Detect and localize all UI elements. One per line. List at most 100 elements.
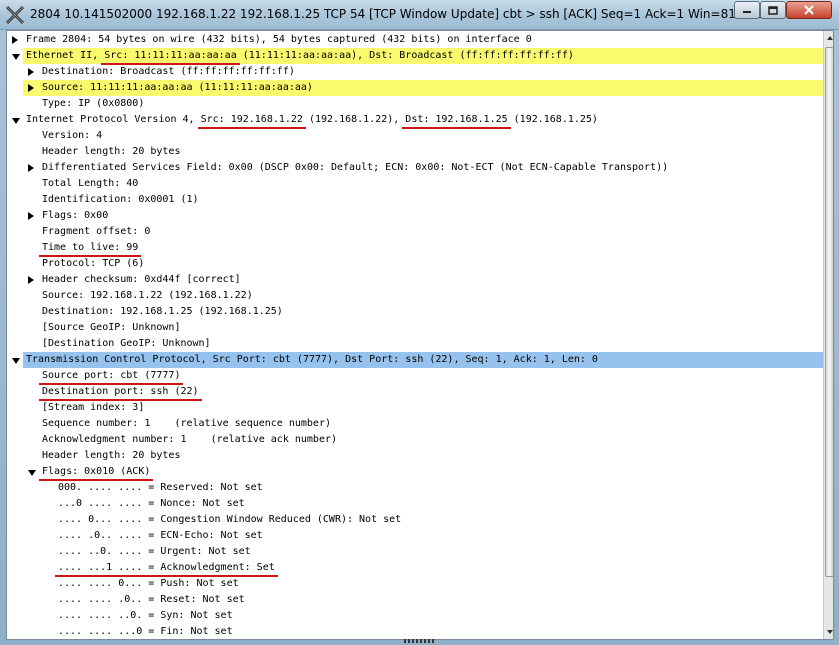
maximize-button[interactable] — [760, 1, 786, 19]
tree-row-label: Header length: 20 bytes — [42, 450, 181, 461]
tree-row[interactable]: [Stream index: 3] — [7, 400, 823, 416]
tree-row-label: Protocol: TCP (6) — [42, 258, 145, 269]
tree-row-label: Header checksum: 0xd44f [correct] — [42, 274, 241, 285]
tree-row[interactable]: Version: 4 — [7, 128, 823, 144]
tree-row-label: .... .... 0... = Push: Not set — [58, 578, 239, 589]
tree-row[interactable]: [Source GeoIP: Unknown] — [7, 320, 823, 336]
tree-row[interactable]: Header length: 20 bytes — [7, 144, 823, 160]
tree-row[interactable]: .... .... .0.. = Reset: Not set — [7, 592, 823, 608]
tree-row[interactable]: .... .... ..0. = Syn: Not set — [7, 608, 823, 624]
tree-row[interactable]: .... ...1 .... = Acknowledgment: Set — [7, 560, 823, 576]
annotation-underline — [101, 63, 240, 65]
minimize-button[interactable] — [734, 1, 760, 19]
tree-row-label: [Destination GeoIP: Unknown] — [42, 338, 211, 349]
vertical-scrollbar[interactable] — [823, 31, 833, 639]
resize-grip-icon[interactable] — [400, 638, 440, 644]
tree-row[interactable]: Internet Protocol Version 4, Src: 192.16… — [7, 112, 823, 128]
close-button[interactable] — [786, 1, 832, 19]
annotation-underline — [39, 399, 202, 401]
close-icon — [804, 5, 814, 15]
tree-row-label: Source: 11:11:11:aa:aa:aa (11:11:11:aa:a… — [42, 82, 313, 93]
tree-row-label: Ethernet II, Src: 11:11:11:aa:aa:aa (11:… — [26, 50, 574, 61]
tree-row-label: Source port: cbt (7777) — [42, 370, 181, 381]
scroll-thumb[interactable] — [825, 47, 833, 577]
tree-row[interactable]: .... .... 0... = Push: Not set — [7, 576, 823, 592]
window-title: 2804 10.141502000 192.168.1.22 192.168.1… — [30, 7, 795, 21]
tree-expanded-icon[interactable] — [12, 54, 20, 60]
tree-row[interactable]: [Destination GeoIP: Unknown] — [7, 336, 823, 352]
tree-row[interactable]: .... ..0. .... = Urgent: Not set — [7, 544, 823, 560]
tree-row-label: .... ..0. .... = Urgent: Not set — [58, 546, 251, 557]
annotation-underline — [39, 383, 184, 385]
annotation-underline — [55, 575, 278, 577]
tree-row-label: Type: IP (0x0800) — [42, 98, 145, 109]
tree-row-label: Source: 192.168.1.22 (192.168.1.22) — [42, 290, 253, 301]
tree-row[interactable]: Destination port: ssh (22) — [7, 384, 823, 400]
tree-row[interactable]: Ethernet II, Src: 11:11:11:aa:aa:aa (11:… — [12, 48, 823, 64]
tree-row[interactable]: Flags: 0x010 (ACK) — [7, 464, 823, 480]
tree-row[interactable]: Identification: 0x0001 (1) — [7, 192, 823, 208]
tree-row[interactable]: Source: 192.168.1.22 (192.168.1.22) — [7, 288, 823, 304]
scroll-down-button[interactable] — [824, 625, 833, 639]
up-arrow-icon — [826, 36, 833, 40]
tree-row-label: [Stream index: 3] — [42, 402, 145, 413]
tree-row-label: Identification: 0x0001 (1) — [42, 194, 199, 205]
tree-row-label: Differentiated Services Field: 0x00 (DSC… — [42, 162, 669, 173]
tree-row-label: Fragment offset: 0 — [42, 226, 151, 237]
annotation-underline — [197, 127, 306, 129]
tree-row-label: 000. .... .... = Reserved: Not set — [58, 482, 263, 493]
tree-row-label: Acknowledgment number: 1 (relative ack n… — [42, 434, 338, 445]
tree-row[interactable]: Time to live: 99 — [7, 240, 823, 256]
tree-row[interactable]: .... .0.. .... = ECN-Echo: Not set — [7, 528, 823, 544]
tree-row-label: Destination: 192.168.1.25 (192.168.1.25) — [42, 306, 283, 317]
tree-row[interactable]: Sequence number: 1 (relative sequence nu… — [7, 416, 823, 432]
annotation-underline — [402, 127, 511, 129]
tree-row-label: Frame 2804: 54 bytes on wire (432 bits),… — [26, 34, 532, 45]
tree-expanded-icon[interactable] — [12, 118, 20, 124]
tree-row-label: Destination: Broadcast (ff:ff:ff:ff:ff:f… — [42, 66, 295, 77]
tree-row-label: .... .0.. .... = ECN-Echo: Not set — [58, 530, 263, 541]
tree-row-label: Sequence number: 1 (relative sequence nu… — [42, 418, 331, 429]
tree-row-label: [Source GeoIP: Unknown] — [42, 322, 181, 333]
tree-collapsed-icon[interactable] — [12, 36, 18, 44]
annotation-underline — [39, 255, 142, 257]
tree-row[interactable]: Type: IP (0x0800) — [7, 96, 823, 112]
tree-row-label: Transmission Control Protocol, Src Port:… — [26, 354, 598, 365]
tree-collapsed-icon[interactable] — [28, 164, 34, 172]
tree-row[interactable]: Differentiated Services Field: 0x00 (DSC… — [7, 160, 823, 176]
tree-row-label: Header length: 20 bytes — [42, 146, 181, 157]
tree-row[interactable]: ...0 .... .... = Nonce: Not set — [7, 496, 823, 512]
tree-row[interactable]: Protocol: TCP (6) — [7, 256, 823, 272]
tree-row[interactable]: Source port: cbt (7777) — [7, 368, 823, 384]
tree-row[interactable]: Header length: 20 bytes — [7, 448, 823, 464]
tree-collapsed-icon[interactable] — [28, 276, 34, 284]
title-bar[interactable]: 2804 10.141502000 192.168.1.22 192.168.1… — [0, 0, 839, 30]
tree-row[interactable]: Destination: 192.168.1.25 (192.168.1.25) — [7, 304, 823, 320]
tree-row[interactable]: Source: 11:11:11:aa:aa:aa (11:11:11:aa:a… — [23, 80, 823, 96]
tree-row-label: .... .... ...0 = Fin: Not set — [58, 626, 233, 637]
scroll-up-button[interactable] — [824, 31, 833, 45]
packet-details-tree[interactable]: .... .... ...0 = Fin: Not set .... .... .… — [6, 30, 834, 640]
tree-row[interactable]: Frame 2804: 54 bytes on wire (432 bits),… — [7, 32, 823, 48]
tree-row[interactable]: Acknowledgment number: 1 (relative ack n… — [7, 432, 823, 448]
tree-row[interactable]: Transmission Control Protocol, Src Port:… — [12, 352, 823, 368]
tree-collapsed-icon[interactable] — [28, 212, 34, 220]
tree-collapsed-icon[interactable] — [28, 68, 34, 76]
tree-row-label: Destination port: ssh (22) — [42, 386, 199, 397]
tree-row[interactable]: Flags: 0x00 — [7, 208, 823, 224]
tree-row[interactable]: Header checksum: 0xd44f [correct] — [7, 272, 823, 288]
tree-collapsed-icon[interactable] — [28, 84, 34, 92]
tree-row[interactable]: 000. .... .... = Reserved: Not set — [7, 480, 823, 496]
tree-row[interactable]: Destination: Broadcast (ff:ff:ff:ff:ff:f… — [7, 64, 823, 80]
wireshark-x-icon — [5, 5, 25, 25]
tree-row[interactable]: .... 0... .... = Congestion Window Reduc… — [7, 512, 823, 528]
tree-row-label: Total Length: 40 — [42, 178, 139, 189]
tree-row-label: Flags: 0x010 (ACK) — [42, 466, 151, 477]
tree-row[interactable]: Total Length: 40 — [7, 176, 823, 192]
annotation-underline — [39, 479, 154, 481]
tree-expanded-icon[interactable] — [28, 470, 36, 476]
tree-row[interactable]: Fragment offset: 0 — [7, 224, 823, 240]
tree-row-label: ...0 .... .... = Nonce: Not set — [58, 498, 245, 509]
minimize-icon — [743, 11, 751, 13]
tree-expanded-icon[interactable] — [12, 358, 20, 364]
